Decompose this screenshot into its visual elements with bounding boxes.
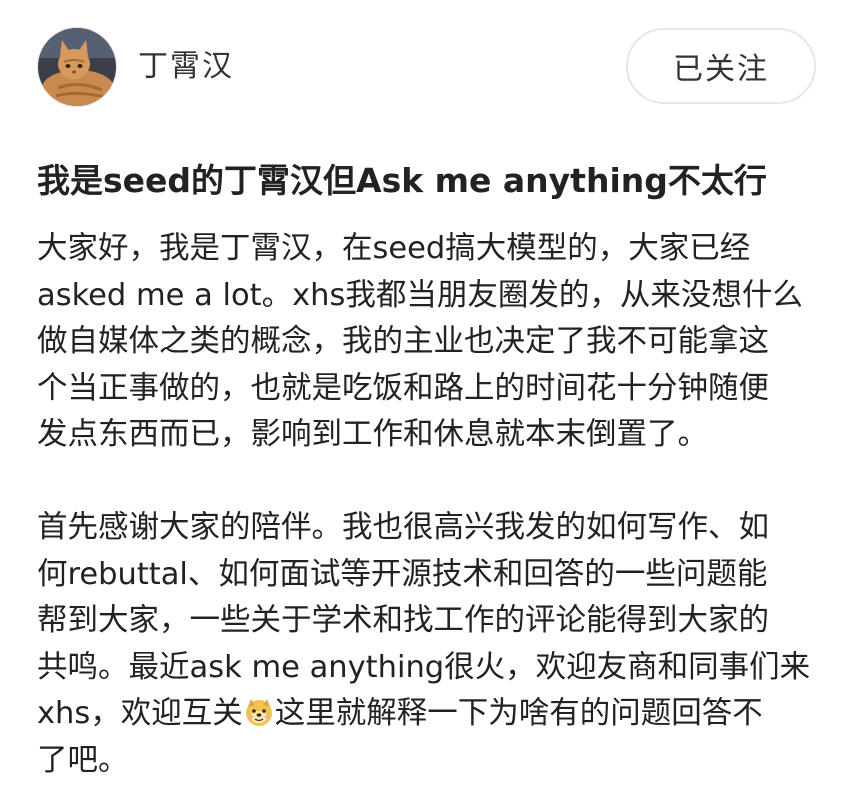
text-segment: 这里就解释一下为啥有的问题回答不 (274, 696, 763, 731)
text-line: asked me a lot。xhs我都当朋友圈发的，从来没想什么 (37, 277, 803, 313)
text-line: 首先感谢大家的陪伴。我也很高兴我发的如何写作、如 (37, 510, 769, 545)
author-name[interactable]: 丁霄汉 (138, 48, 234, 86)
follow-button[interactable]: 已关注 (626, 28, 816, 104)
text-line: 大家好，我是丁霄汉，在seed搞大模型的，大家已经 (37, 231, 751, 266)
text-line: 个当正事做的，也就是吃饭和路上的时间花十分钟随便 (37, 370, 769, 406)
text-line: 做自媒体之类的概念，我的主业也决定了我不可能拿这 (37, 324, 769, 359)
text-line: 何rebuttal、如何面试等开源技术和回答的一些问题能 (37, 556, 768, 592)
post-title: 我是seed的丁霄汉但Ask me anything不太行 (37, 161, 767, 200)
text-line: 帮到大家，一些关于学术和找工作的评论能得到大家的 (37, 603, 769, 638)
author-avatar[interactable] (38, 28, 116, 106)
cat-avatar-icon (38, 28, 116, 106)
text-line: 了吧。 (37, 742, 129, 778)
doge-emoji-icon (244, 697, 274, 727)
paragraph-2: 首先感谢大家的陪伴。我也很高兴我发的如何写作、如 何rebuttal、如何面试等… (37, 505, 827, 784)
text-line: 共鸣。最近ask me anything很火，欢迎友商和同事们来 (37, 649, 811, 685)
text-line: 发点东西而已，影响到工作和休息就本末倒置了。 (37, 417, 708, 452)
post-header: 丁霄汉 已关注 (0, 0, 856, 134)
post-body: 大家好，我是丁霄汉，在seed搞大模型的，大家已经 asked me a lot… (37, 226, 827, 784)
text-segment: xhs，欢迎互关 (37, 696, 243, 731)
paragraph-1: 大家好，我是丁霄汉，在seed搞大模型的，大家已经 asked me a lot… (37, 226, 827, 459)
text-line-with-emoji: xhs，欢迎互关 这里就解释一下为啥有的问题回答不 (37, 691, 827, 738)
